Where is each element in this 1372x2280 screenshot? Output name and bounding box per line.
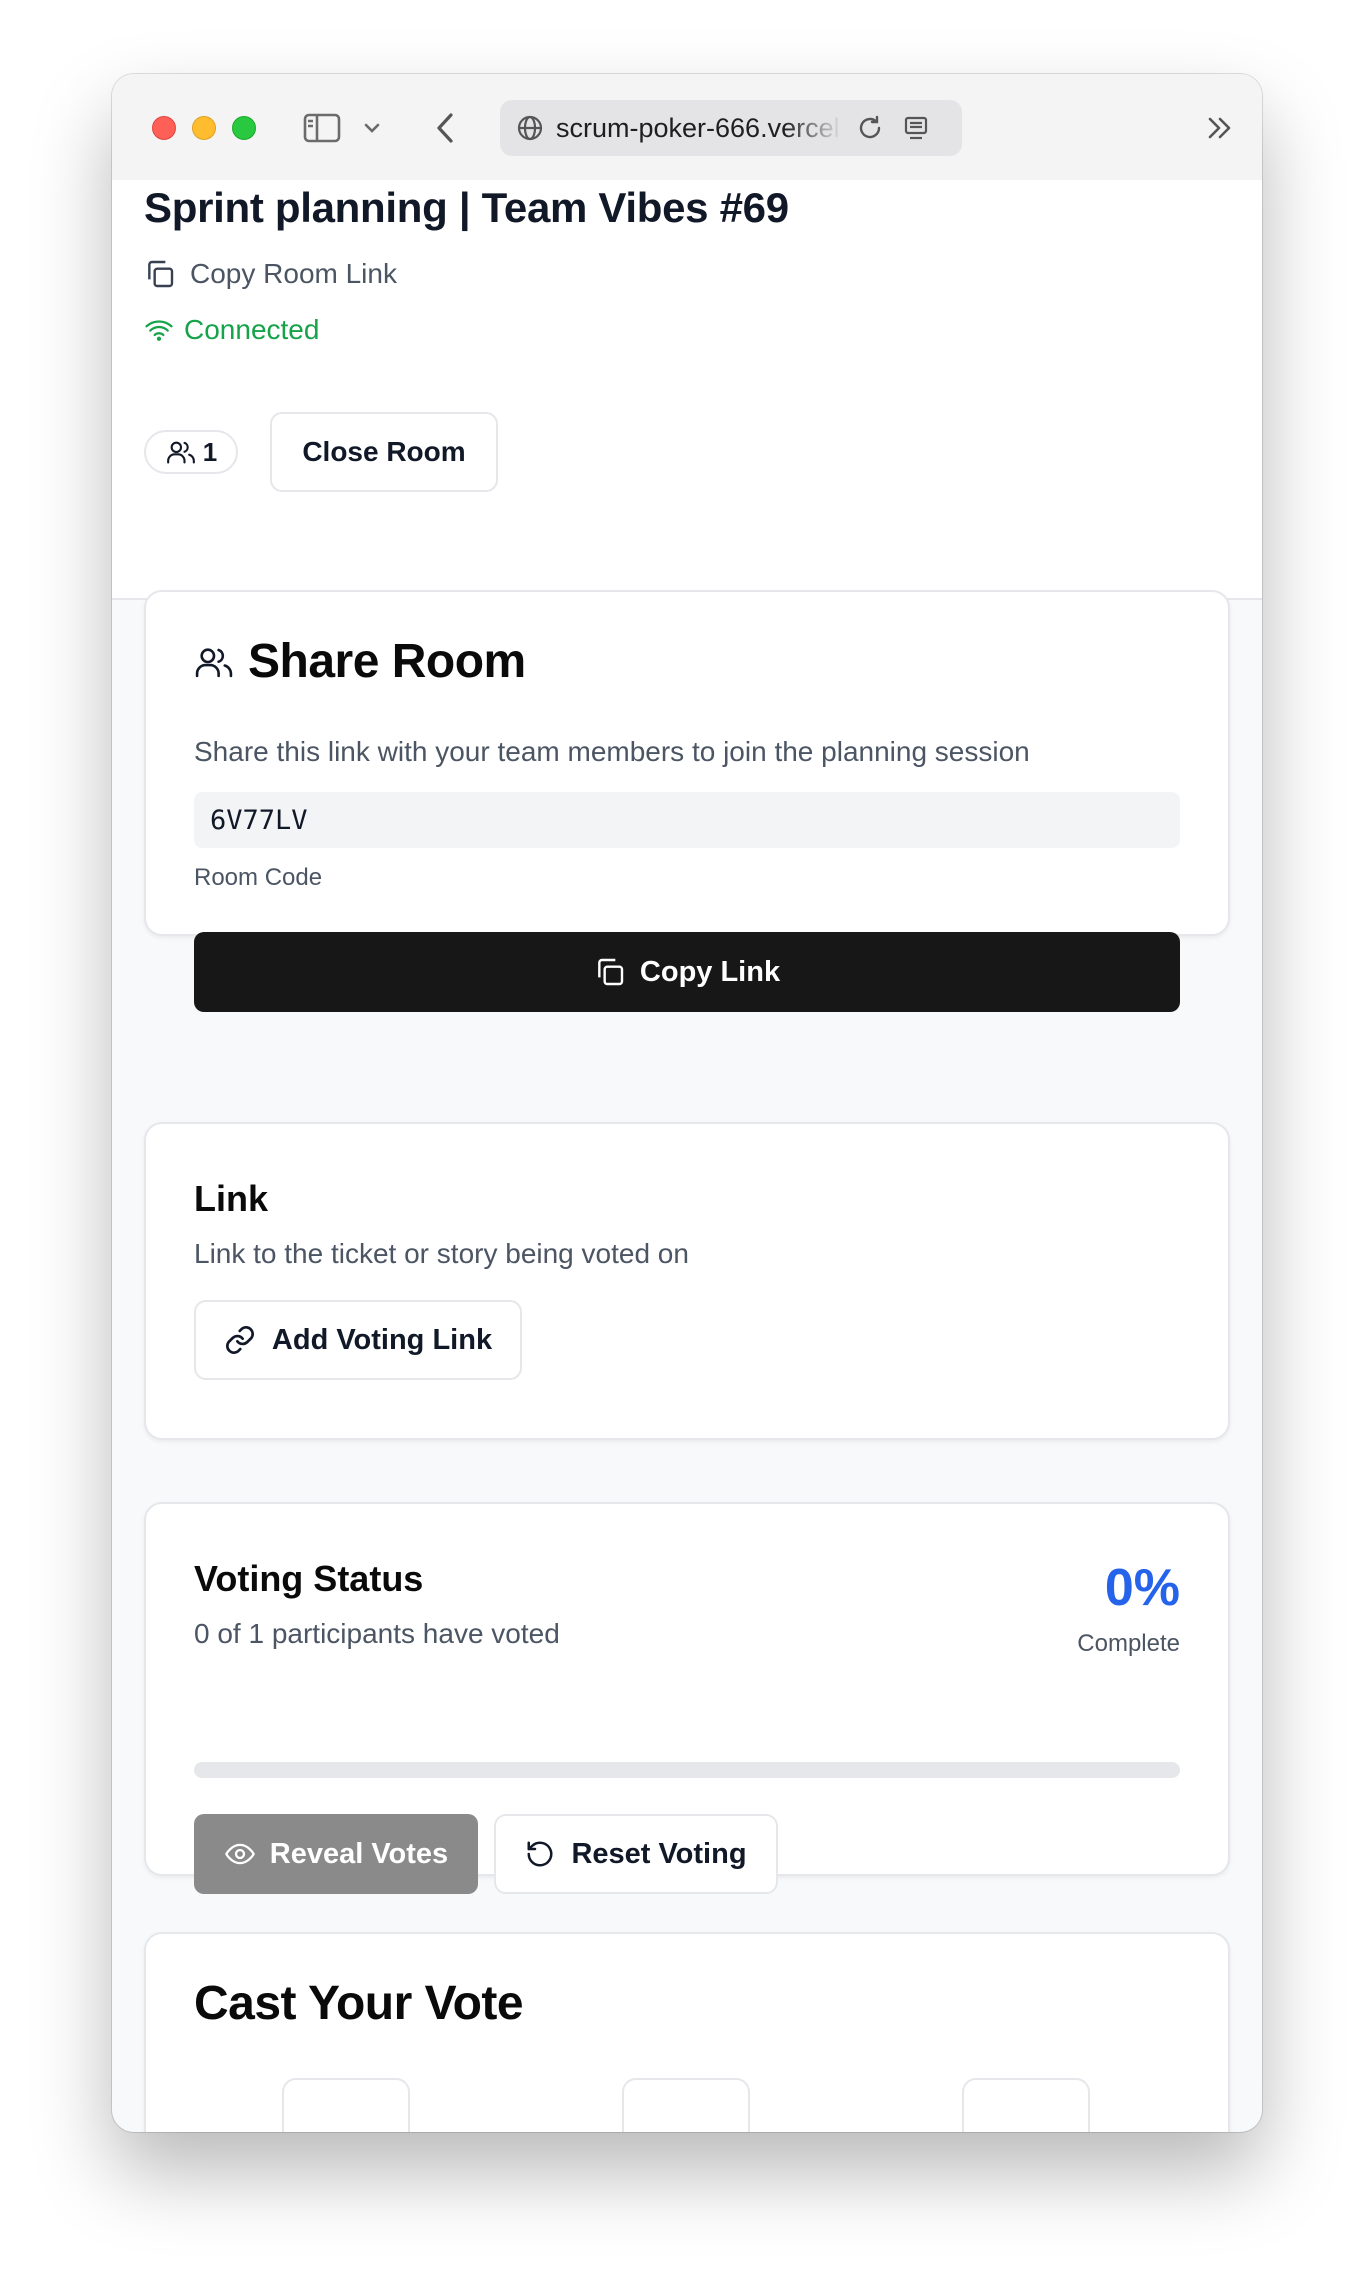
voting-status-title: Voting Status (194, 1558, 424, 1599)
copy-room-link-label: Copy Room Link (190, 258, 397, 289)
copy-icon (594, 956, 626, 988)
sidebar-icon[interactable] (300, 108, 344, 148)
eye-icon (224, 1842, 256, 1866)
url-text[interactable]: scrum-poker-666.vercel.app (556, 113, 842, 144)
reset-voting-button[interactable]: Reset Voting (494, 1814, 778, 1894)
back-icon[interactable] (430, 108, 460, 148)
share-room-title: Share Room (248, 635, 526, 688)
link-card-title: Link (194, 1178, 269, 1219)
room-header (112, 180, 1262, 600)
add-voting-link-button[interactable]: Add Voting Link (194, 1300, 522, 1380)
connection-status-label: Connected (184, 314, 320, 345)
add-voting-link-label: Add Voting Link (271, 1323, 493, 1356)
room-title: Sprint planning | Team Vibes #69 (144, 184, 789, 231)
voting-status-card: Voting Status 0 of 1 participants have v… (144, 1502, 1230, 1894)
close-window-button[interactable] (152, 116, 176, 140)
users-icon (194, 643, 234, 681)
voting-summary: 0 of 1 participants have voted (194, 1618, 560, 1649)
vote-card[interactable] (622, 2078, 750, 2132)
voting-link-card: Link Link to the ticket or story being v… (144, 1122, 1230, 1440)
share-room-description: Share this link with your team members t… (194, 736, 1030, 767)
more-tools-icon[interactable] (1202, 110, 1238, 146)
zoom-window-button[interactable] (232, 116, 256, 140)
voting-progress-bar (194, 1762, 1180, 1778)
minimize-window-button[interactable] (192, 116, 216, 140)
participants-count: 1 (202, 436, 218, 467)
reveal-votes-button[interactable]: Reveal Votes (194, 1814, 478, 1894)
cast-vote-card: Cast Your Vote (144, 1932, 1230, 2132)
close-room-button[interactable]: Close Room (270, 412, 498, 492)
browser-toolbar: scrum-poker-666.vercel.app (112, 74, 1262, 180)
reveal-votes-label: Reveal Votes (269, 1837, 449, 1870)
participants-badge[interactable]: 1 (144, 430, 238, 474)
voting-percent: 0% (1104, 1559, 1180, 1617)
connection-status: Connected (144, 310, 319, 350)
share-room-card: Share Room Share this link with your tea… (144, 590, 1230, 1012)
share-room-heading: Share Room (194, 634, 526, 689)
wifi-icon (144, 317, 174, 343)
cast-vote-title: Cast Your Vote (194, 1977, 524, 2030)
globe-icon (516, 114, 544, 142)
chevron-down-icon[interactable] (360, 114, 384, 142)
reset-voting-label: Reset Voting (571, 1837, 747, 1870)
users-icon (165, 438, 197, 466)
link-card-description: Link to the ticket or story being voted … (194, 1238, 689, 1269)
reload-icon[interactable] (856, 114, 884, 142)
vote-card[interactable] (282, 2078, 410, 2132)
reader-icon[interactable] (902, 114, 930, 142)
browser-window: scrum-poker-666.vercel.app (112, 74, 1262, 2132)
room-code-label: Room Code (194, 864, 323, 891)
room-code-field[interactable]: 6V77LV (194, 792, 1180, 848)
copy-link-button[interactable]: Copy Link (194, 932, 1180, 1012)
copy-link-label: Copy Link (639, 955, 781, 988)
copy-room-link-button[interactable]: Copy Room Link (144, 254, 397, 294)
link-icon (224, 1324, 256, 1356)
complete-label: Complete (1077, 1630, 1180, 1657)
address-bar[interactable]: scrum-poker-666.vercel.app (500, 100, 962, 156)
rotate-ccw-icon (525, 1839, 555, 1869)
copy-icon (144, 258, 176, 290)
vote-card[interactable] (962, 2078, 1090, 2132)
